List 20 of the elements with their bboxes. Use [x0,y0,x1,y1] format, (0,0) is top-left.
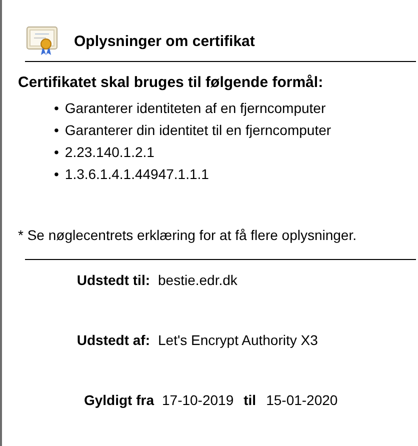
bullet: • [54,165,59,184]
purpose-text: Garanterer din identitet til en fjerncomputer [64,121,332,140]
purpose-text: Garanterer identiteten af en fjerncomputer [64,99,326,118]
field-label: Udstedt af: [76,332,150,348]
field-value: Let's Encrypt Authority X3 [158,332,318,348]
date-value: 15-01-2020 [266,392,338,408]
field-label: til [244,392,256,408]
field-label: Gyldigt fra [82,392,154,408]
purposes-heading: Certifikatet skal bruges til følgende formål: [18,74,324,91]
bullet: • [54,99,59,118]
purpose-text: 2.23.140.1.2.1 [64,143,154,162]
note-text: * Se nøglecentrets erklæring for at få flere oplysninger. [18,227,358,243]
bullet: • [54,143,59,162]
date-value: 17-10-2019 [162,392,234,408]
certificate-icon [26,26,58,56]
purpose-text: 1.3.6.1.4.1.44947.1.1.1 [64,165,209,184]
bullet: • [54,121,59,140]
field-value: bestie.edr.dk [158,272,238,288]
field-label: Udstedt til: [76,272,150,288]
dialog-title: Oplysninger om certifikat [74,32,255,50]
